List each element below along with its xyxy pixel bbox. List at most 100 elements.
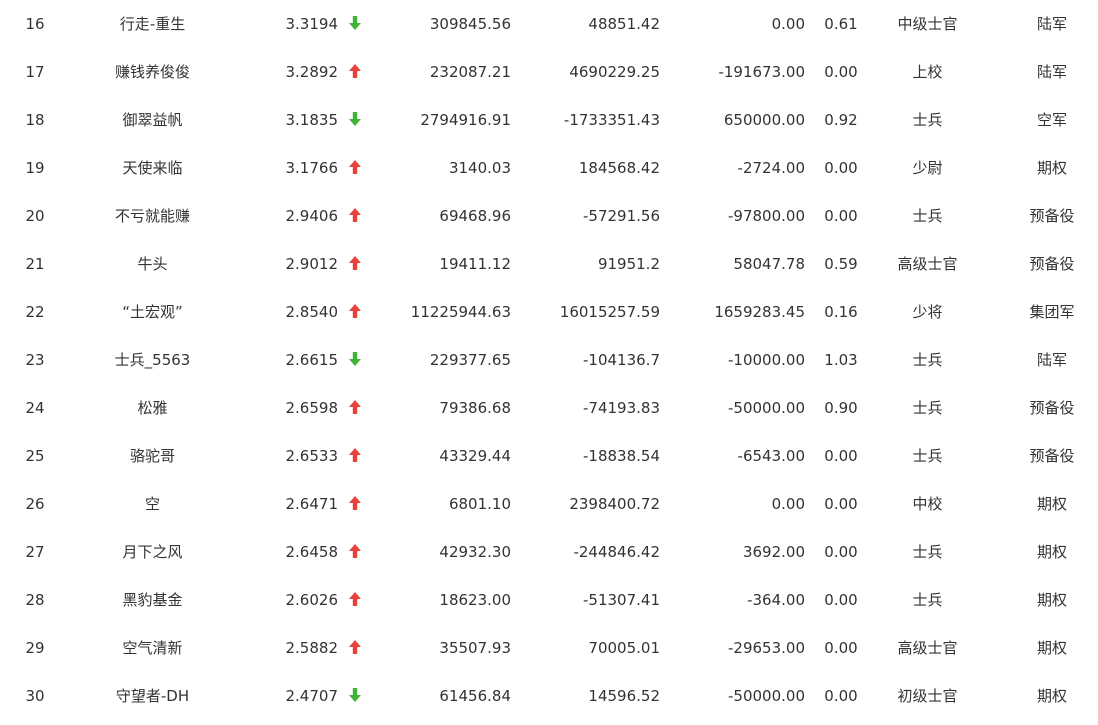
value-2-cell: 184568.42 [578,159,660,177]
value-4-cell: 0.00 [824,687,858,705]
value-1-cell: 2794916.91 [420,111,511,129]
rank-cell: 20 [25,207,45,225]
score-cell: 2.6026 [285,591,339,609]
trader-name-cell: 不亏就能赚 [114,207,190,225]
score-cell: 2.6458 [285,543,339,561]
table-row: 16 行走-重生 3.3194 309845.56 48851.42 0.00 0.61 中级… [0,0,1098,48]
group-cell: 期权 [1036,159,1067,177]
value-4-cell: 0.59 [824,255,858,273]
table-row: 21 牛头 2.9012 19411.12 91951.2 58047.78 0.59 高级士… [0,240,1098,288]
trend-cell [342,528,368,576]
value-3-cell: -2724.00 [737,159,805,177]
value-3-cell: 650000.00 [723,111,805,129]
table-row: 20 不亏就能赚 2.9406 69468.96 -57291.56 -97800.00 0… [0,192,1098,240]
value-3-cell: 0.00 [771,495,805,513]
trend-cell [342,672,368,720]
value-2-cell: 91951.2 [597,255,660,273]
trader-name-cell: 赚钱养俊俊 [114,63,190,81]
trader-name-cell: 守望者-DH [115,687,190,705]
trend-cell [342,480,368,528]
score-cell: 3.1766 [285,159,339,177]
trend-cell [342,144,368,192]
value-1-cell: 11225944.63 [410,303,511,321]
value-3-cell: -191673.00 [718,63,805,81]
arrow-down-icon [348,15,362,31]
rank-title-cell: 少将 [912,303,943,321]
value-3-cell: -29653.00 [728,639,805,657]
group-cell: 陆军 [1036,351,1067,369]
trader-name-cell: 松雅 [137,399,168,417]
value-3-cell: 3692.00 [742,543,805,561]
rank-title-cell: 士兵 [912,543,943,561]
trend-cell [342,384,368,432]
rank-cell: 18 [25,111,45,129]
rank-title-cell: 士兵 [912,591,943,609]
trader-name-cell: 月下之风 [122,543,183,561]
score-cell: 2.5882 [285,639,339,657]
trend-cell [342,192,368,240]
value-4-cell: 0.90 [824,399,858,417]
group-cell: 预备役 [1029,255,1075,273]
value-1-cell: 35507.93 [439,639,511,657]
value-1-cell: 6801.10 [448,495,511,513]
value-4-cell: 0.00 [824,543,858,561]
trend-cell [342,288,368,336]
rank-title-cell: 上校 [912,63,943,81]
rank-title-cell: 士兵 [912,351,943,369]
score-cell: 2.6598 [285,399,339,417]
table-row: 17 赚钱养俊俊 3.2892 232087.21 4690229.25 -191673.… [0,48,1098,96]
trend-cell [342,624,368,672]
group-cell: 期权 [1036,687,1067,705]
score-cell: 2.6533 [285,447,339,465]
rank-cell: 19 [25,159,45,177]
trend-cell [342,336,368,384]
trader-name-cell: 天使来临 [122,159,183,177]
table-row: 27 月下之风 2.6458 42932.30 -244846.42 3692.00 0.0… [0,528,1098,576]
rank-cell: 28 [25,591,45,609]
rank-title-cell: 士兵 [912,207,943,225]
table-row: 23 士兵_5563 2.6615 229377.65 -104136.7 -10000.… [0,336,1098,384]
rank-title-cell: 初级士官 [897,687,958,705]
value-4-cell: 0.00 [824,447,858,465]
value-4-cell: 0.16 [824,303,858,321]
rank-cell: 27 [25,543,45,561]
rank-cell: 22 [25,303,45,321]
group-cell: 期权 [1036,495,1067,513]
value-2-cell: -18838.54 [583,447,660,465]
arrow-up-icon [348,255,362,271]
value-2-cell: -244846.42 [573,543,660,561]
score-cell: 2.9406 [285,207,339,225]
value-3-cell: 0.00 [771,15,805,33]
value-1-cell: 232087.21 [429,63,511,81]
value-1-cell: 42932.30 [439,543,511,561]
group-cell: 预备役 [1029,447,1075,465]
arrow-up-icon [348,207,362,223]
trend-cell [342,576,368,624]
arrow-down-icon [348,111,362,127]
rank-title-cell: 少尉 [912,159,943,177]
trader-name-cell: 黑豹基金 [122,591,183,609]
rank-title-cell: 中级士官 [897,15,958,33]
group-cell: 集团军 [1029,303,1075,321]
value-2-cell: 16015257.59 [559,303,660,321]
trend-cell [342,0,368,48]
arrow-up-icon [348,495,362,511]
score-cell: 2.4707 [285,687,339,705]
rank-cell: 21 [25,255,45,273]
arrow-up-icon [348,303,362,319]
arrow-up-icon [348,543,362,559]
arrow-up-icon [348,591,362,607]
trend-cell [342,96,368,144]
rank-title-cell: 高级士官 [897,255,958,273]
value-3-cell: -364.00 [747,591,805,609]
table-row: 26 空 2.6471 6801.10 2398400.72 0.00 0.00 中校 期权 [0,480,1098,528]
value-2-cell: -51307.41 [583,591,660,609]
value-1-cell: 3140.03 [448,159,511,177]
value-3-cell: -50000.00 [728,399,805,417]
value-1-cell: 18623.00 [439,591,511,609]
group-cell: 空军 [1036,111,1067,129]
arrow-up-icon [348,447,362,463]
arrow-up-icon [348,63,362,79]
ranking-table: 16 行走-重生 3.3194 309845.56 48851.42 0.00 0.61 中级… [0,0,1098,725]
value-3-cell: 58047.78 [733,255,805,273]
